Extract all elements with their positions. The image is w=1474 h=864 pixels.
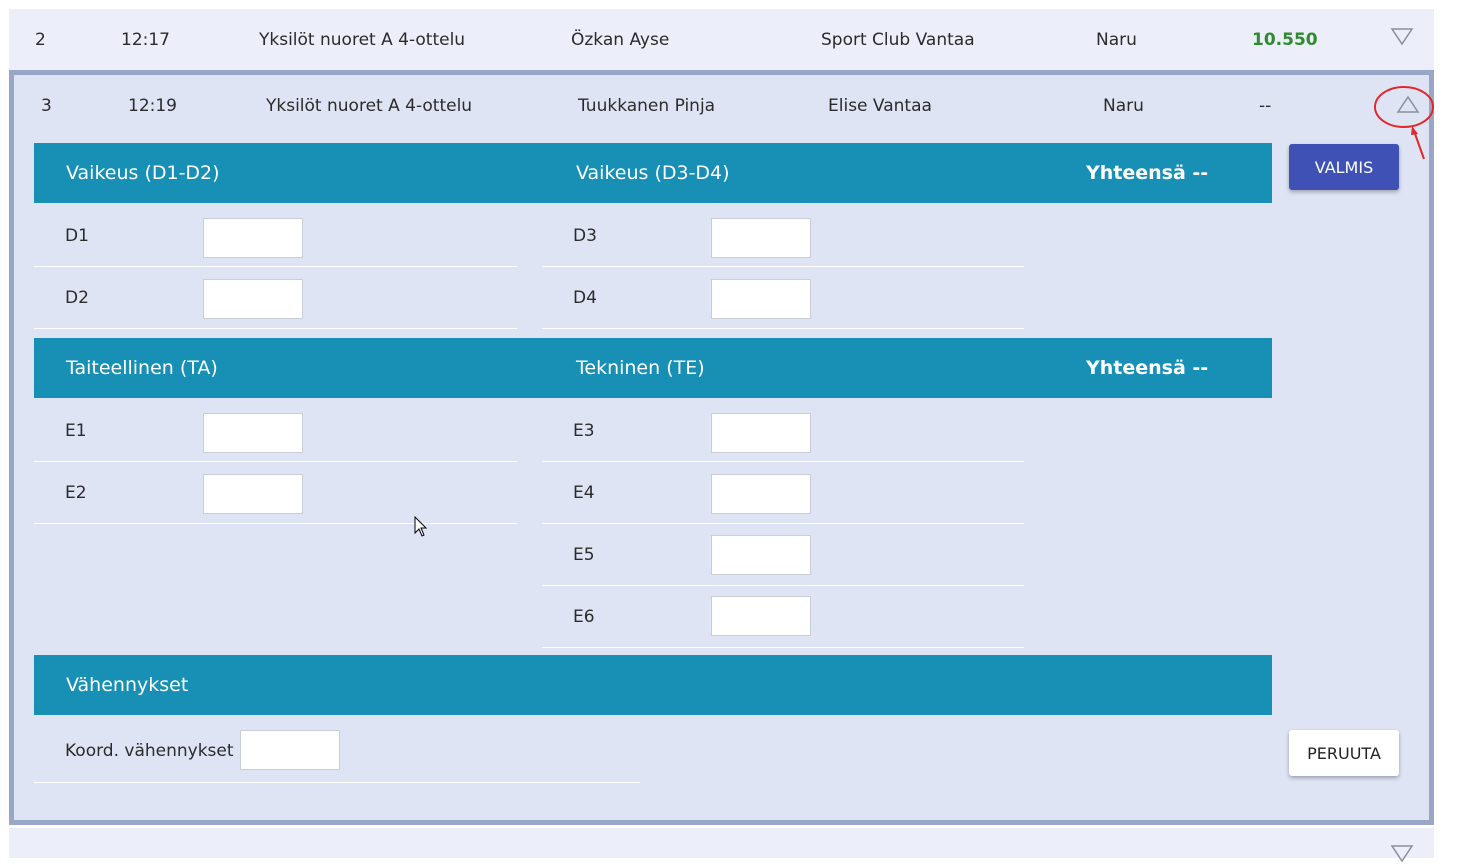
field-label: E3 bbox=[573, 421, 595, 441]
e1-input[interactable] bbox=[203, 413, 303, 453]
execution-total: Yhteensä -- bbox=[1086, 357, 1209, 379]
d1-input[interactable] bbox=[203, 218, 303, 258]
field-label: D3 bbox=[573, 226, 597, 246]
difficulty-right-title: Vaikeus (D3-D4) bbox=[576, 162, 730, 184]
row-time: 12:17 bbox=[121, 30, 170, 50]
row-club: Sport Club Vantaa bbox=[821, 30, 975, 50]
field-row: D2 bbox=[34, 267, 517, 329]
cancel-button[interactable]: PERUUTA bbox=[1289, 730, 1399, 776]
field-label: Koord. vähennykset bbox=[65, 741, 234, 761]
field-row: D3 bbox=[542, 205, 1024, 267]
field-label: D4 bbox=[573, 288, 597, 308]
field-row: E6 bbox=[542, 586, 1024, 648]
row-number: 2 bbox=[35, 30, 46, 50]
row-apparatus: Naru bbox=[1103, 96, 1144, 116]
field-label: D1 bbox=[65, 226, 89, 246]
chevron-down-icon[interactable] bbox=[1390, 844, 1414, 864]
row-apparatus: Naru bbox=[1096, 30, 1137, 50]
field-label: D2 bbox=[65, 288, 89, 308]
table-row[interactable]: 2 12:17 Yksilöt nuoret A 4-ottelu Özkan … bbox=[9, 9, 1434, 71]
row-score: 10.550 bbox=[1252, 30, 1318, 50]
field-row: E5 bbox=[542, 524, 1024, 586]
field-row: E4 bbox=[542, 462, 1024, 524]
field-row: E2 bbox=[34, 462, 517, 524]
d4-input[interactable] bbox=[711, 279, 811, 319]
field-row: Koord. vähennykset bbox=[34, 719, 640, 783]
execution-left-title: Taiteellinen (TA) bbox=[66, 357, 218, 379]
field-label: E2 bbox=[65, 483, 87, 503]
execution-right-title: Tekninen (TE) bbox=[576, 357, 705, 379]
row-gymnast: Tuukkanen Pinja bbox=[578, 96, 716, 116]
table-row[interactable]: 3 12:19 Yksilöt nuoret A 4-ottelu Tuukka… bbox=[14, 75, 1434, 160]
field-label: E4 bbox=[573, 483, 595, 503]
deductions-header: Vähennykset bbox=[34, 655, 1272, 715]
d2-input[interactable] bbox=[203, 279, 303, 319]
field-label: E5 bbox=[573, 545, 595, 565]
row-club: Elise Vantaa bbox=[828, 96, 932, 116]
deductions-title: Vähennykset bbox=[66, 674, 189, 696]
e6-input[interactable] bbox=[711, 596, 811, 636]
e2-input[interactable] bbox=[203, 474, 303, 514]
mouse-cursor-icon bbox=[414, 516, 428, 537]
field-label: E6 bbox=[573, 607, 595, 627]
field-row: D1 bbox=[34, 205, 517, 267]
table-row[interactable] bbox=[9, 828, 1434, 863]
row-number: 3 bbox=[41, 96, 52, 116]
field-row: E3 bbox=[542, 400, 1024, 462]
row-score: -- bbox=[1259, 96, 1272, 116]
coordination-deduction-input[interactable] bbox=[240, 730, 340, 770]
row-gymnast: Özkan Ayse bbox=[571, 30, 670, 50]
e4-input[interactable] bbox=[711, 474, 811, 514]
row-time: 12:19 bbox=[128, 96, 177, 116]
field-row: D4 bbox=[542, 267, 1024, 329]
e3-input[interactable] bbox=[711, 413, 811, 453]
difficulty-header: Vaikeus (D1-D2) Vaikeus (D3-D4) Yhteensä… bbox=[34, 143, 1272, 203]
done-button[interactable]: VALMIS bbox=[1289, 144, 1399, 190]
d3-input[interactable] bbox=[711, 218, 811, 258]
field-label: E1 bbox=[65, 421, 87, 441]
e5-input[interactable] bbox=[711, 535, 811, 575]
row-event: Yksilöt nuoret A 4-ottelu bbox=[259, 30, 466, 50]
execution-header: Taiteellinen (TA) Tekninen (TE) Yhteensä… bbox=[34, 338, 1272, 398]
chevron-down-icon[interactable] bbox=[1390, 27, 1414, 47]
difficulty-total: Yhteensä -- bbox=[1086, 162, 1209, 184]
row-event: Yksilöt nuoret A 4-ottelu bbox=[266, 96, 473, 116]
expanded-score-panel: 3 12:19 Yksilöt nuoret A 4-ottelu Tuukka… bbox=[9, 70, 1434, 825]
field-row: E1 bbox=[34, 400, 517, 462]
difficulty-left-title: Vaikeus (D1-D2) bbox=[66, 162, 220, 184]
